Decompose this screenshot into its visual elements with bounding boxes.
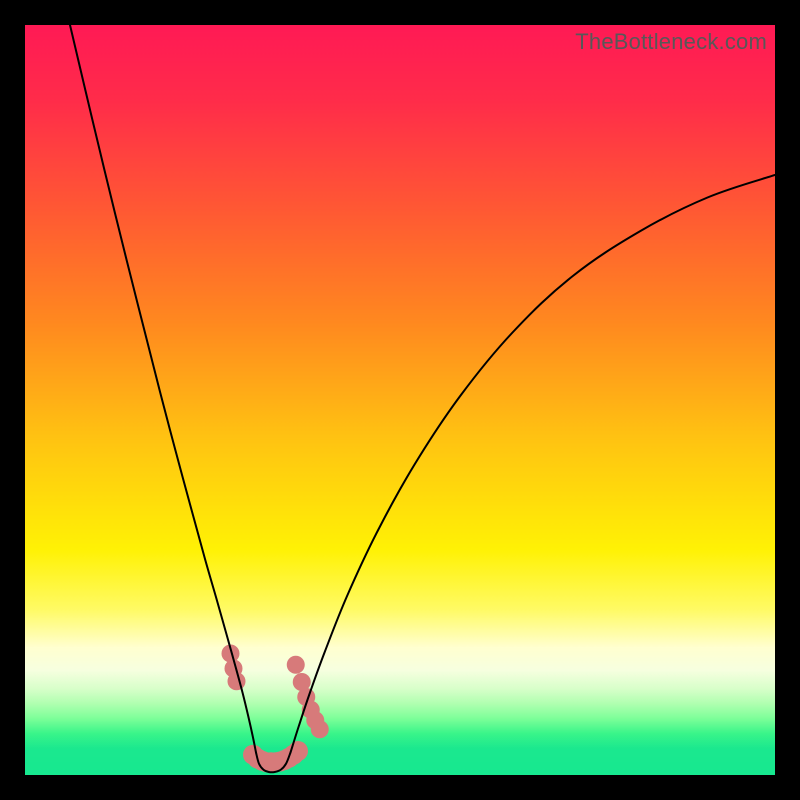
watermark-text: TheBottleneck.com: [575, 29, 767, 55]
gradient-background: [25, 25, 775, 775]
chart-frame: TheBottleneck.com: [25, 25, 775, 775]
